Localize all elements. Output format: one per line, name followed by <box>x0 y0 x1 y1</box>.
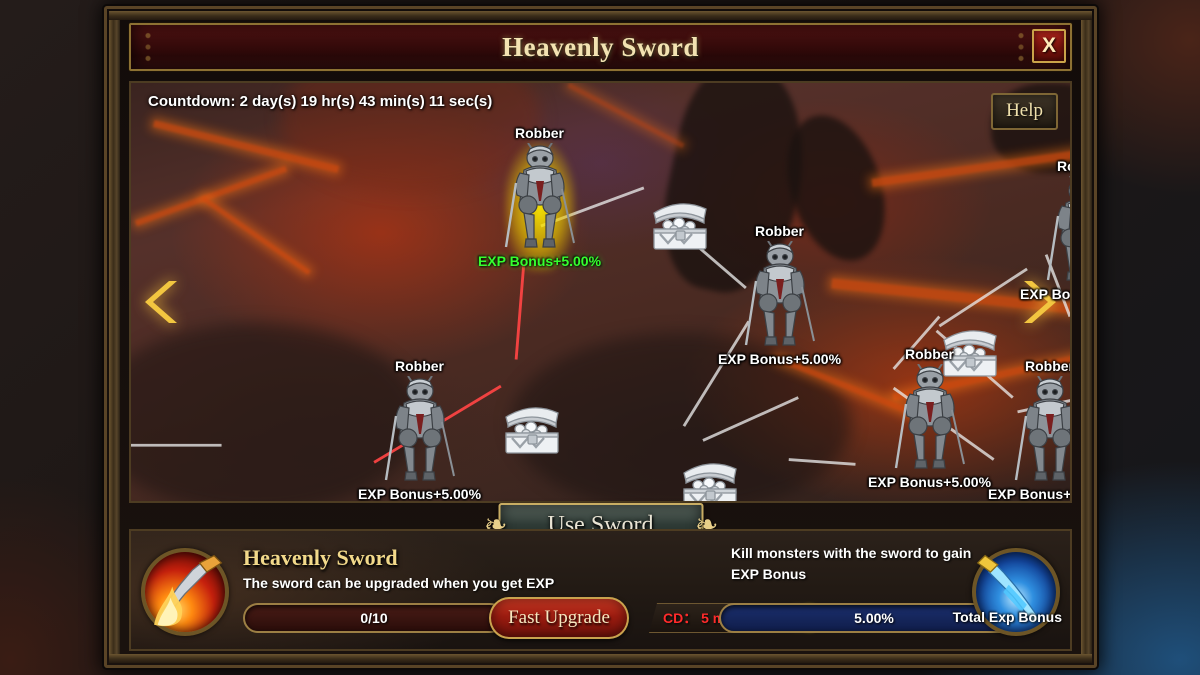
robber-icon <box>384 376 456 484</box>
node-bonus-label: EXP Bonus+5.00% <box>1019 286 1071 302</box>
frame-top <box>109 11 1092 20</box>
fast-upgrade-label: Fast Upgrade <box>508 607 610 628</box>
robber-icon <box>1014 376 1070 484</box>
lava-crack <box>567 83 685 149</box>
prev-arrow-icon[interactable] <box>143 279 177 325</box>
robber-icon <box>1046 176 1070 284</box>
robber-icon <box>504 143 576 251</box>
treasure-chest-icon <box>500 405 564 457</box>
treasure-chest-icon <box>678 461 742 501</box>
node-bonus-label: EXP Bonus+5.00% <box>867 474 992 490</box>
help-button[interactable]: Help <box>991 93 1058 130</box>
sword-description: The sword can be upgraded when you get E… <box>243 575 555 591</box>
frame-right <box>1081 11 1092 663</box>
node-label: Robber <box>395 358 444 374</box>
bonus-value: 5.00% <box>854 610 894 626</box>
heavenly-sword-window: Heavenly Sword X Countdown: 2 day(s) 19 … <box>104 6 1097 668</box>
node-label: Robber <box>755 223 804 239</box>
exp-value: 0/10 <box>360 610 388 626</box>
lava-crack <box>134 165 288 227</box>
rock-shadow <box>131 323 421 501</box>
close-button[interactable]: X <box>1032 29 1066 63</box>
node-label: Robber <box>1025 358 1072 374</box>
node-label: Robber <box>905 346 954 362</box>
page-title: Heavenly Sword <box>502 31 699 62</box>
sword-map[interactable]: Countdown: 2 day(s) 19 hr(s) 43 min(s) 1… <box>129 81 1072 503</box>
robber-icon <box>894 364 966 472</box>
sword-name: Heavenly Sword <box>243 545 398 570</box>
robber-icon <box>744 241 816 349</box>
exp-orb-label: Total Exp Bonus <box>952 609 1062 625</box>
fast-upgrade-button[interactable]: Fast Upgrade <box>489 597 629 639</box>
bottom-panel: Heavenly Sword The sword can be upgraded… <box>129 529 1072 651</box>
node-bonus-label: EXP Bonus+5.00% <box>717 351 842 367</box>
kill-description: Kill monsters with the sword to gain EXP… <box>731 545 972 582</box>
fire-sword-orb-icon <box>141 548 229 636</box>
frame-bottom <box>109 654 1092 663</box>
exp-progress-bar[interactable]: 0/10 <box>243 603 505 633</box>
node-label: Robber <box>515 125 564 141</box>
title-bar: Heavenly Sword X <box>129 23 1072 71</box>
node-bonus-label: EXP Bonus+5.00% <box>477 253 602 269</box>
lava-crack <box>201 196 311 275</box>
node-label: Robber <box>1057 158 1070 174</box>
frame-left <box>109 11 120 663</box>
treasure-chest-icon <box>648 201 712 253</box>
node-bonus-label: EXP Bonus+5.00% <box>357 486 482 502</box>
countdown-text: Countdown: 2 day(s) 19 hr(s) 43 min(s) 1… <box>148 93 493 110</box>
node-bonus-label: EXP Bonus+5.00% <box>987 486 1072 502</box>
